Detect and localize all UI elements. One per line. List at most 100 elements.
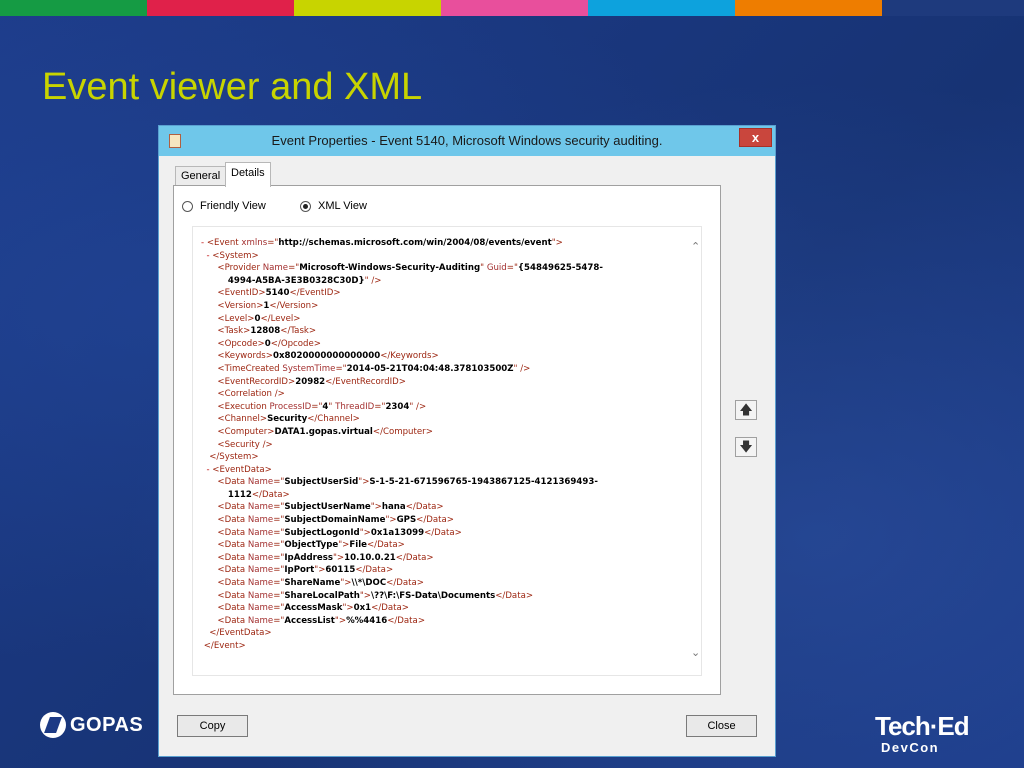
strip-pink — [441, 0, 588, 16]
slide-title: Event viewer and XML — [42, 66, 423, 108]
xml-token: </Data> — [366, 540, 405, 551]
xml-token: <Data — [201, 477, 248, 488]
xml-token: {54849625-5478- — [517, 263, 603, 274]
xml-token: </Level> — [260, 313, 301, 324]
xml-token: </System> — [201, 452, 259, 463]
xml-token: </Computer> — [372, 426, 433, 437]
xml-token: "> — [385, 515, 397, 526]
xml-token: </Data> — [387, 615, 426, 626]
xml-line: <Channel>Security</Channel> — [201, 413, 701, 426]
xml-token: Name — [262, 263, 289, 274]
xml-token: <Execution — [201, 401, 270, 412]
xml-token: =" — [273, 615, 285, 626]
xml-token: "> — [551, 238, 563, 248]
gopas-logo-text: GOPAS — [70, 713, 144, 736]
strip-navy — [882, 0, 1024, 16]
xml-token: <Data — [201, 603, 248, 614]
xml-token: "> — [370, 502, 382, 513]
xml-line: <Keywords>0x8020000000000000</Keywords> — [201, 350, 701, 363]
gopas-logo: GOPAS — [40, 712, 143, 738]
xml-line: - <System> — [201, 250, 701, 263]
xml-token: 0x1 — [353, 603, 372, 614]
strip-lime — [294, 0, 441, 16]
xml-token: </Data> — [355, 565, 394, 576]
xml-token: 10.10.0.21 — [344, 552, 396, 563]
close-icon[interactable]: x — [739, 128, 772, 147]
xml-token: </EventData> — [201, 628, 272, 639]
next-event-button[interactable]: 🡇 — [735, 437, 757, 457]
xml-token: "> — [359, 527, 371, 538]
devcon-logo-text: DevCon — [881, 740, 940, 755]
xml-line: <Data Name="ShareLocalPath">\??\F:\FS-Da… — [201, 590, 701, 603]
xml-token: "> — [334, 615, 347, 626]
xml-line: <Provider Name="Microsoft-Windows-Securi… — [201, 262, 701, 275]
xml-token: <Correlation /> — [201, 389, 285, 400]
xml-line: <Opcode>0</Opcode> — [201, 338, 701, 351]
xml-token: 2304 — [385, 401, 410, 412]
xml-line: <EventRecordID>20982</EventRecordID> — [201, 376, 701, 389]
xml-token: </EventID> — [289, 288, 341, 299]
xml-token: 20982 — [295, 376, 326, 387]
xml-token: 1112 — [201, 489, 252, 500]
xml-token: "> — [340, 578, 352, 589]
xml-token: =" — [506, 263, 518, 274]
previous-event-button[interactable]: 🡅 — [735, 400, 757, 420]
xml-token: AccessList — [284, 615, 335, 626]
xml-token: Name — [247, 552, 274, 563]
chevron-up-icon[interactable]: ⌃ — [691, 240, 700, 254]
tab-general[interactable]: General — [175, 166, 227, 186]
xml-line: <Security /> — [201, 439, 701, 452]
xml-token: Name — [247, 565, 274, 576]
xml-token: =" — [288, 263, 300, 274]
xml-token: <Opcode> — [201, 338, 265, 349]
xml-token: ThreadID — [335, 401, 375, 412]
chevron-down-icon[interactable]: ⌄ — [691, 646, 700, 660]
dialog-titlebar[interactable]: Event Properties - Event 5140, Microsoft… — [159, 126, 775, 156]
xml-line: </Event> — [201, 640, 701, 653]
xml-token: </Data> — [371, 603, 409, 614]
xml-token: =" — [273, 578, 285, 589]
arrow-up-icon: 🡅 — [739, 402, 753, 417]
xml-token: "> — [342, 603, 354, 614]
xml-token: <System> — [212, 250, 259, 261]
xml-token: Name — [247, 477, 274, 488]
color-strip — [0, 0, 1024, 16]
friendly-view-option[interactable]: Friendly View — [182, 200, 266, 212]
xml-token: =" — [273, 515, 285, 526]
xml-content[interactable]: ⌃ ⌄ - <Event xmlns="http://schemas.micro… — [192, 226, 702, 676]
xml-token: GPS — [396, 515, 417, 526]
xml-token: <Keywords> — [201, 351, 273, 362]
xml-token: "> — [314, 565, 326, 576]
xml-view-radio[interactable] — [300, 200, 311, 212]
xml-token: <Security /> — [201, 439, 273, 450]
xml-token: <EventID> — [201, 288, 266, 299]
xml-token: <Event — [206, 238, 242, 248]
xml-token: </Data> — [251, 489, 290, 500]
xml-token: 5140 — [265, 288, 290, 299]
tab-details[interactable]: Details — [225, 162, 271, 187]
xml-token: 4994-A5BA-3E3B0328C30D} — [201, 275, 365, 286]
xml-line: 4994-A5BA-3E3B0328C30D}" /> — [201, 275, 701, 288]
xml-token: " — [480, 263, 487, 274]
xml-token: Name — [247, 615, 274, 626]
xml-token: Name — [247, 515, 274, 526]
xml-line: <Task>12808</Task> — [201, 325, 701, 338]
xml-line: <Data Name="SubjectLogonId">0x1a13099</D… — [201, 527, 701, 540]
xml-token: <Data — [201, 578, 248, 589]
xml-token: </Task> — [280, 326, 317, 337]
copy-button[interactable]: Copy — [177, 715, 248, 737]
xml-token: <Data — [201, 502, 248, 513]
xml-token: " /> — [409, 401, 427, 412]
xml-token: =" — [311, 401, 323, 412]
xml-token: <Provider — [201, 263, 263, 274]
friendly-view-label: Friendly View — [200, 200, 266, 212]
xml-token: </Channel> — [307, 414, 360, 425]
xml-line: <Execution ProcessID="4" ThreadID="2304"… — [201, 401, 701, 414]
xml-view-option[interactable]: XML View — [300, 200, 367, 212]
xml-token: </Data> — [395, 552, 434, 563]
close-button[interactable]: Close — [686, 715, 757, 737]
xml-line: <Data Name="SubjectUserName">hana</Data> — [201, 501, 701, 514]
friendly-view-radio[interactable] — [182, 200, 193, 212]
xml-token: <Channel> — [201, 414, 268, 425]
xml-token: Name — [247, 603, 274, 614]
